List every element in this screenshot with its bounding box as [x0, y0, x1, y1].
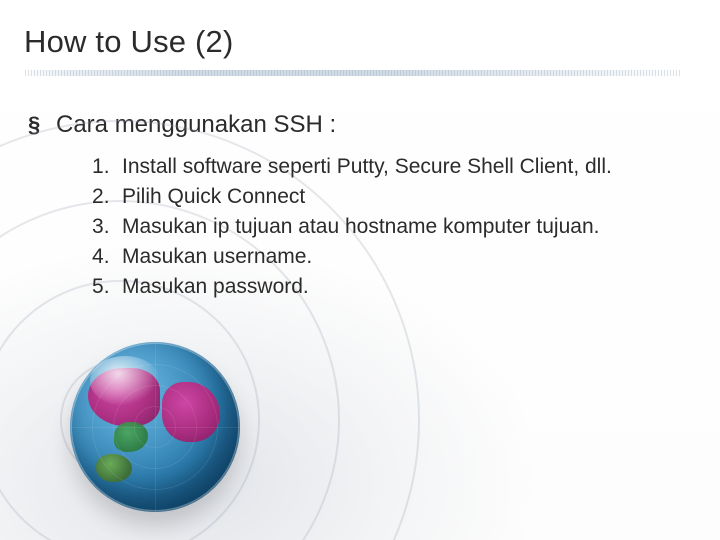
bullet-item: § Cara menggunakan SSH :	[28, 110, 680, 140]
list-item: Install software seperti Putty, Secure S…	[92, 152, 680, 182]
slide-title: How to Use (2)	[24, 24, 680, 60]
list-item: Masukan ip tujuan atau hostname komputer…	[92, 212, 680, 242]
list-item: Masukan password.	[92, 272, 680, 302]
list-item: Pilih Quick Connect	[92, 182, 680, 212]
slide-body: § Cara menggunakan SSH : Install softwar…	[24, 110, 680, 302]
divider-line	[24, 70, 680, 76]
slide: How to Use (2) § Cara menggunakan SSH : …	[0, 0, 720, 540]
bullet-mark-icon: §	[28, 110, 56, 140]
steps-list: Install software seperti Putty, Secure S…	[28, 152, 680, 302]
globe-icon	[70, 342, 240, 512]
list-item: Masukan username.	[92, 242, 680, 272]
bullet-text: Cara menggunakan SSH :	[56, 110, 336, 140]
